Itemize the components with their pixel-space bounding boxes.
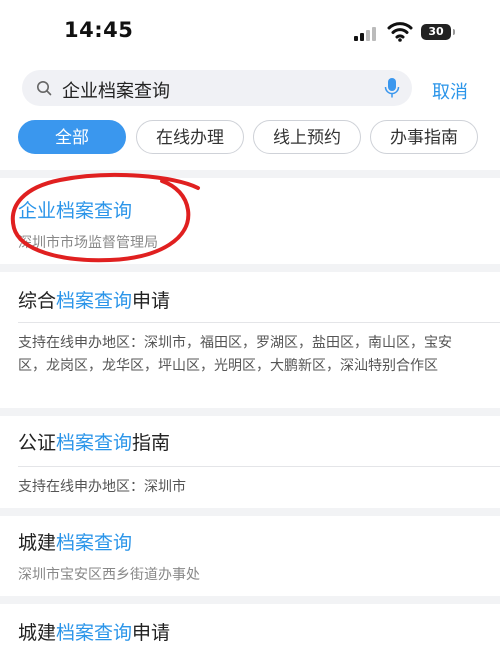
result-department: 深圳市宝安区西乡街道办事处 — [18, 567, 200, 583]
result-title: 公证档案查询指南 — [18, 432, 171, 454]
result-item[interactable]: 公证档案查询指南 支持在线申办地区：深圳市 — [0, 416, 500, 508]
search-query: 企业档案查询 — [62, 81, 170, 102]
search-bar: 企业档案查询 取消 — [0, 64, 500, 112]
wifi-icon — [387, 22, 413, 42]
filter-tabs: 全部 在线办理 线上预约 办事指南 — [0, 112, 500, 170]
result-item[interactable]: 城建档案查询 深圳市宝安区西乡街道办事处 — [0, 516, 500, 596]
cellular-signal-icon — [354, 25, 380, 41]
result-department: 深圳市市场监督管理局 — [18, 235, 158, 251]
tab-online-appointment[interactable]: 线上预约 — [253, 120, 361, 154]
divider — [18, 322, 500, 323]
result-title: 综合档案查询申请 — [18, 290, 171, 312]
result-title: 城建档案查询 — [18, 532, 133, 554]
tab-online-handling[interactable]: 在线办理 — [136, 120, 244, 154]
result-item[interactable]: 城建档案查询申请 — [0, 604, 500, 667]
status-time: 14:45 — [64, 18, 134, 42]
result-item[interactable]: 综合档案查询申请 支持在线申办地区：深圳市，福田区，罗湖区，盐田区，南山区，宝安… — [0, 272, 500, 408]
search-input[interactable]: 企业档案查询 — [22, 70, 412, 106]
result-item[interactable]: 企业档案查询 深圳市市场监督管理局 — [0, 178, 500, 264]
microphone-icon[interactable] — [384, 77, 400, 99]
battery-icon: 30 — [421, 24, 455, 40]
tab-all[interactable]: 全部 — [18, 120, 126, 154]
tab-service-guide[interactable]: 办事指南 — [370, 120, 478, 154]
status-bar: 14:45 30 — [0, 0, 500, 64]
cancel-button[interactable]: 取消 — [432, 78, 468, 104]
divider — [18, 466, 500, 467]
search-icon — [37, 81, 52, 96]
result-title: 城建档案查询申请 — [18, 622, 171, 644]
result-title: 企业档案查询 — [18, 200, 133, 222]
result-description: 支持在线申办地区：深圳市，福田区，罗湖区，盐田区，南山区，宝安区，龙岗区，龙华区… — [18, 335, 452, 374]
result-description: 支持在线申办地区：深圳市 — [18, 479, 186, 495]
